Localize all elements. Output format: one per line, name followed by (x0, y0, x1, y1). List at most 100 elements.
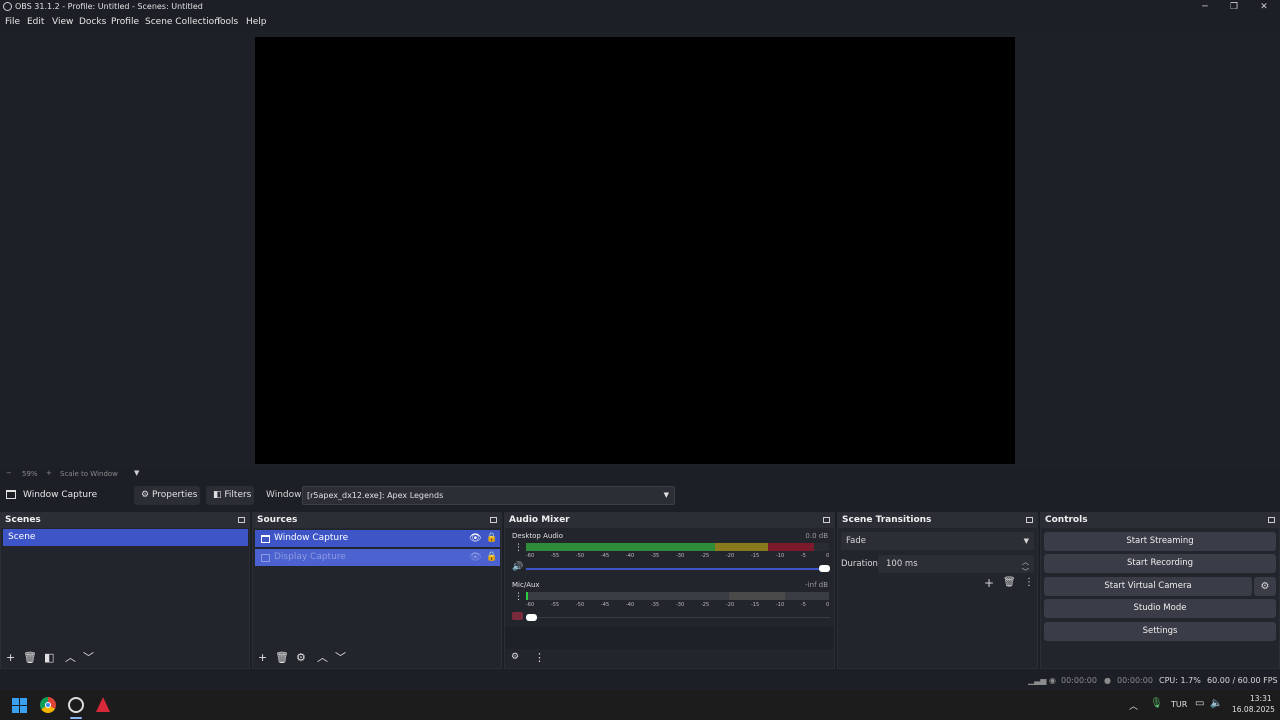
trash-icon[interactable]: 🗑 (275, 651, 289, 664)
audio-mixer-title: Audio Mixer (509, 515, 570, 525)
menu-edit[interactable]: Edit (27, 17, 44, 27)
meter-scale-label: -55 (551, 553, 560, 559)
filter-icon[interactable]: ◧ (44, 651, 54, 664)
duration-spinbox[interactable]: 100 ms ︿ ﹀ (878, 555, 1034, 576)
more-options-icon[interactable]: ⋮ (514, 592, 523, 602)
menu-view[interactable]: View (52, 17, 73, 27)
obs-taskbar-icon[interactable] (68, 697, 84, 713)
lock-icon[interactable]: 🔒 (486, 530, 497, 547)
controls-header: Controls (1041, 513, 1279, 528)
meter-scale-label: -15 (751, 553, 760, 559)
close-button[interactable]: ✕ (1249, 0, 1279, 14)
scene-transitions-title: Scene Transitions (842, 515, 932, 525)
chrome-icon[interactable] (40, 697, 56, 713)
status-bar: ▁▃▅ ◉ 00:00:00 ● 00:00:00 CPU: 1.7% 60.0… (0, 673, 1280, 689)
tray-chevron-up-icon[interactable]: ︿ (1129, 699, 1138, 712)
windows-start-icon[interactable] (12, 698, 27, 713)
window-icon (6, 490, 16, 499)
duration-value: 100 ms (886, 559, 918, 569)
transition-select[interactable]: Fade ▼ (841, 532, 1034, 550)
mic-aux-volume-slider[interactable] (526, 614, 830, 621)
scenes-title: Scenes (5, 515, 41, 525)
program-preview[interactable] (255, 37, 1015, 464)
undock-icon[interactable] (1268, 517, 1275, 523)
volume-handle[interactable] (819, 565, 830, 572)
scenes-footer: + 🗑 ◧ ︿ ﹀ (1, 648, 249, 668)
clock-time[interactable]: 13:31 (1250, 694, 1272, 703)
scene-item[interactable]: Scene (3, 529, 248, 546)
more-options-icon[interactable]: ⋮ (534, 651, 545, 664)
meter-scale-label: 0 (826, 553, 830, 559)
menu-docks[interactable]: Docks (79, 17, 106, 27)
meter-scale-label: -50 (576, 553, 585, 559)
trash-icon[interactable]: 🗑 (23, 651, 37, 664)
move-down-icon[interactable]: ﹀ (83, 651, 94, 664)
window-title: OBS 31.1.2 - Profile: Untitled - Scenes:… (15, 2, 203, 11)
virtual-camera-settings-gear-icon[interactable]: ⚙ (1254, 577, 1276, 596)
add-icon[interactable]: + (984, 576, 994, 590)
volume-handle[interactable] (526, 614, 537, 621)
undock-icon[interactable] (823, 517, 830, 523)
start-streaming-button[interactable]: Start Streaming (1044, 532, 1276, 551)
microphone-icon[interactable]: 🎙 (1150, 698, 1163, 709)
speaker-icon[interactable]: 🔊 (512, 562, 523, 572)
sources-dock-header: Sources (253, 513, 501, 528)
language-indicator[interactable]: TUR (1171, 700, 1187, 709)
zoom-out-button[interactable]: − (6, 469, 12, 477)
menu-profile[interactable]: Profile (111, 17, 139, 27)
more-options-icon[interactable]: ⋮ (1024, 577, 1034, 588)
audio-mixer-header: Audio Mixer (505, 513, 834, 528)
eye-hidden-icon[interactable]: 👁 (469, 549, 482, 566)
gear-icon[interactable]: ⚙ (296, 651, 306, 664)
undock-icon[interactable] (1026, 517, 1033, 523)
studio-mode-button[interactable]: Studio Mode (1044, 599, 1276, 618)
meter-scale-label: 0 (826, 602, 830, 608)
clock-date[interactable]: 16.08.2025 (1232, 705, 1275, 714)
source-item-window-capture[interactable]: Window Capture 👁 🔒 (255, 530, 500, 547)
menu-bar: File Edit View Docks Profile Scene Colle… (0, 15, 1280, 31)
network-signal-icon: ▁▃▅ (1028, 676, 1047, 685)
move-up-icon[interactable]: ︿ (317, 651, 328, 664)
chevron-down-icon[interactable]: ▼ (134, 469, 139, 477)
settings-button[interactable]: Settings (1044, 622, 1276, 641)
start-recording-button[interactable]: Start Recording (1044, 554, 1276, 573)
undock-icon[interactable] (490, 517, 497, 523)
lock-icon[interactable]: 🔒 (486, 549, 497, 566)
meter-scale-label: -25 (701, 553, 710, 559)
add-icon[interactable]: + (258, 651, 267, 664)
menu-scene-collection[interactable]: Scene Collection (145, 17, 220, 27)
more-options-icon[interactable]: ⋮ (514, 543, 523, 553)
controls-title: Controls (1045, 515, 1088, 525)
eye-icon[interactable]: 👁 (469, 530, 482, 547)
minimize-button[interactable]: ─ (1190, 0, 1220, 14)
filters-button[interactable]: ◧ Filters (206, 486, 254, 505)
source-label: Display Capture (274, 552, 346, 562)
meter-scale-label: -30 (676, 553, 685, 559)
menu-file[interactable]: File (5, 17, 20, 27)
desktop-audio-volume-slider[interactable] (526, 565, 830, 572)
move-up-icon[interactable]: ︿ (65, 651, 76, 664)
menu-help[interactable]: Help (246, 17, 267, 27)
restore-button[interactable]: ❐ (1219, 0, 1249, 14)
window-select[interactable]: [r5apex_dx12.exe]: Apex Legends ▼ (302, 486, 675, 505)
trash-icon[interactable]: 🗑 (1003, 577, 1016, 588)
add-icon[interactable]: + (6, 651, 15, 664)
meter-scale-label: -50 (576, 602, 585, 608)
meter-scale-label: -5 (801, 602, 806, 608)
properties-button[interactable]: ⚙ Properties (134, 486, 200, 505)
meter-scale-label: -35 (651, 602, 660, 608)
undock-icon[interactable] (238, 517, 245, 523)
menu-tools[interactable]: Tools (216, 17, 238, 27)
audio-mixer-dock: Audio Mixer Desktop Audio 0.0 dB ⋮ 🔊 Mic… (504, 512, 835, 669)
zoom-in-button[interactable]: + (46, 469, 52, 477)
network-icon[interactable]: ▭ (1195, 698, 1204, 709)
apex-legends-icon[interactable] (96, 697, 110, 712)
monitor-icon (261, 554, 270, 562)
start-virtual-camera-button[interactable]: Start Virtual Camera (1044, 577, 1252, 596)
muted-speaker-icon[interactable] (512, 612, 523, 620)
move-down-icon[interactable]: ﹀ (335, 651, 346, 664)
source-item-display-capture[interactable]: Display Capture 👁 🔒 (255, 549, 500, 566)
volume-icon[interactable]: 🔈 (1210, 698, 1222, 709)
advanced-audio-icon[interactable]: ⚙ (511, 651, 519, 664)
desktop-audio-db: 0.0 dB (805, 532, 828, 540)
